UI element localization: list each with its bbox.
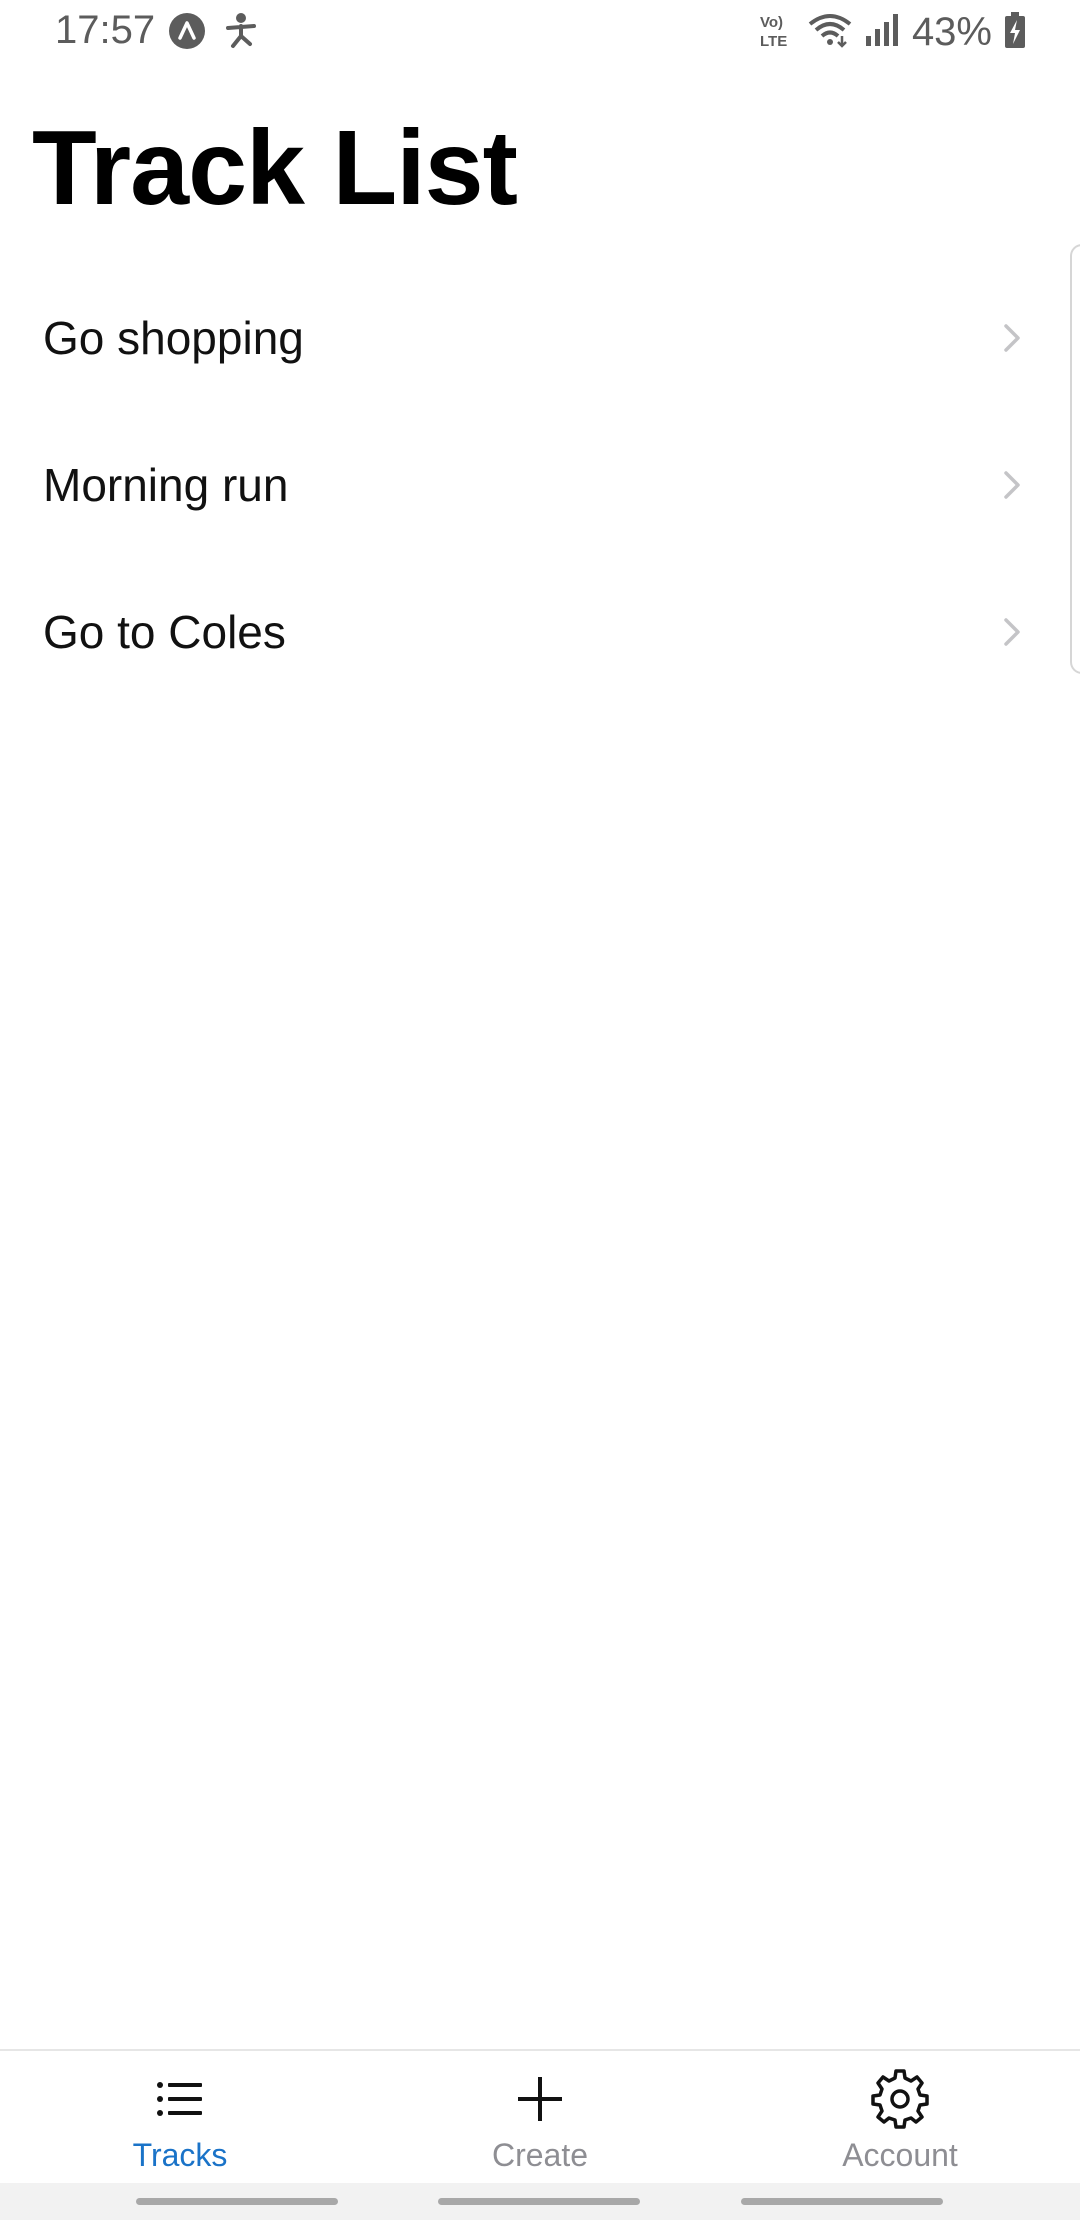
nav-home-pill[interactable] — [438, 2198, 640, 2205]
track-list-item[interactable]: Go to Coles — [0, 558, 1080, 705]
system-nav-bar — [0, 2183, 1080, 2220]
edge-panel-handle[interactable] — [1070, 244, 1080, 674]
nav-recents-pill[interactable] — [136, 2198, 338, 2205]
chevron-right-icon — [1004, 470, 1020, 499]
page-title: Track List — [32, 109, 518, 227]
wifi-icon — [808, 12, 852, 53]
battery-charging-icon — [1004, 11, 1026, 54]
track-item-label: Go to Coles — [43, 605, 286, 658]
tab-tracks[interactable]: Tracks — [0, 2051, 360, 2183]
status-left-icons — [168, 12, 258, 55]
tab-account[interactable]: Account — [720, 2051, 1080, 2183]
plus-icon — [518, 2077, 562, 2121]
gear-icon — [871, 2069, 929, 2129]
track-item-label: Morning run — [43, 458, 289, 511]
track-list: Go shopping Morning run Go to Coles — [0, 264, 1080, 705]
status-time: 17:57 — [55, 8, 156, 52]
list-icon — [157, 2082, 202, 2116]
bottom-tab-bar: Tracks Create Account — [0, 2049, 1080, 2183]
status-bar: 17:57 Vo) LTE 43% — [0, 0, 1080, 64]
chevron-right-icon — [1004, 617, 1020, 646]
volte-icon: Vo) LTE — [758, 10, 796, 55]
svg-text:Vo): Vo) — [760, 14, 783, 31]
screen: 17:57 Vo) LTE 43% Track List Go shopping… — [0, 0, 1080, 2220]
track-list-item[interactable]: Morning run — [0, 411, 1080, 558]
chevron-right-icon — [1004, 323, 1020, 352]
signal-icon — [864, 12, 900, 53]
tab-label-tracks: Tracks — [132, 2137, 228, 2173]
battery-percent: 43% — [911, 10, 992, 54]
tab-label-account: Account — [842, 2137, 958, 2173]
svg-text:LTE: LTE — [760, 33, 787, 50]
track-item-label: Go shopping — [43, 311, 304, 364]
nav-back-pill[interactable] — [741, 2198, 943, 2205]
status-right: Vo) LTE 43% — [758, 10, 1026, 55]
app-notification-icon — [168, 12, 206, 55]
tab-label-create: Create — [491, 2137, 589, 2173]
tab-create[interactable]: Create — [360, 2051, 720, 2183]
accessibility-icon — [224, 12, 258, 55]
track-list-item[interactable]: Go shopping — [0, 264, 1080, 411]
